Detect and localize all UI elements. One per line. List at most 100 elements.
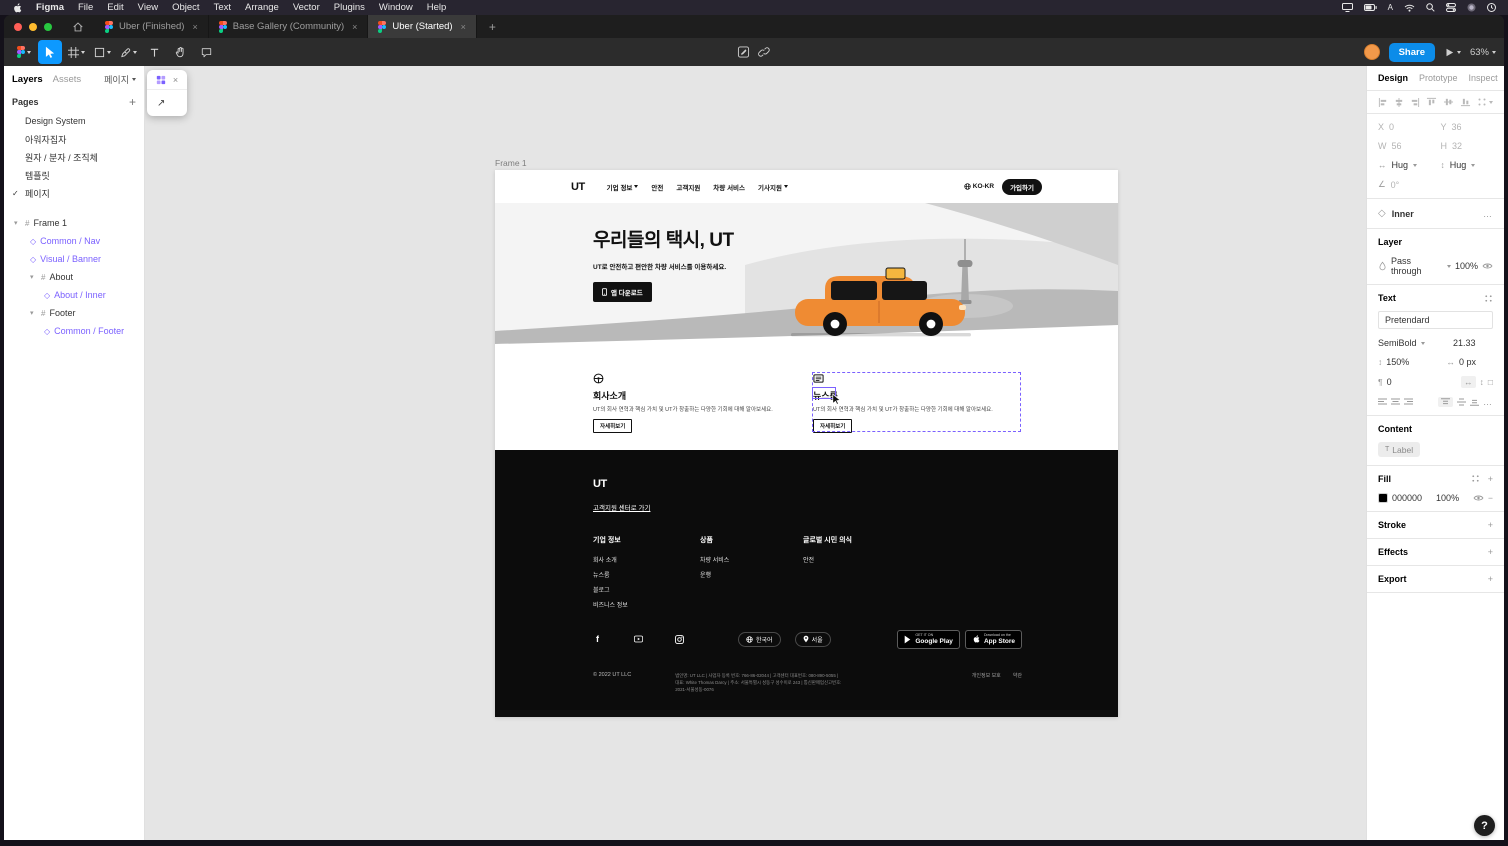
add-effect-icon[interactable]: + (1488, 547, 1493, 557)
menu-help[interactable]: Help (427, 2, 447, 13)
menu-vector[interactable]: Vector (293, 2, 320, 13)
layer-visual-banner[interactable]: ◇ Visual / Banner (4, 250, 144, 268)
add-page-button[interactable]: + (129, 95, 136, 109)
fixed-size-icon[interactable]: □ (1488, 377, 1493, 387)
hand-tool-button[interactable] (168, 40, 192, 64)
help-button[interactable]: ? (1474, 815, 1495, 836)
tab-layers[interactable]: Layers (12, 74, 43, 85)
opacity-field[interactable]: 100% (1455, 261, 1478, 271)
nav-ride-services[interactable]: 차량 서비스 (713, 182, 745, 192)
app-download-button[interactable]: 앱 다운로드 (593, 282, 652, 302)
vertical-align-middle-icon[interactable] (1457, 398, 1466, 406)
fill-opacity-field[interactable]: 100% (1436, 493, 1459, 503)
align-top-icon[interactable] (1426, 97, 1437, 107)
line-height-field[interactable]: 150% (1386, 357, 1409, 367)
avatar[interactable] (1363, 44, 1380, 60)
site-logo[interactable]: UT (571, 181, 585, 193)
page-item-active[interactable]: ✓ 페이지 (4, 184, 144, 202)
vertical-resizing-dropdown[interactable]: ↕ Hug (1441, 160, 1494, 170)
facebook-icon[interactable]: f (593, 634, 602, 644)
tab-design[interactable]: Design (1378, 73, 1408, 83)
width-field[interactable]: W 56 (1378, 141, 1431, 151)
y-field[interactable]: Y 36 (1441, 122, 1494, 132)
blend-mode-dropdown[interactable]: Pass through (1391, 256, 1443, 276)
chevron-down-icon[interactable]: ▾ (30, 273, 37, 281)
visibility-eye-icon[interactable] (1482, 262, 1493, 270)
vertical-align-top-icon[interactable] (1438, 397, 1453, 407)
text-tool-button[interactable] (142, 40, 166, 64)
page-item[interactable]: 아워자집자 (4, 130, 144, 148)
text-styles-icon[interactable] (1484, 294, 1493, 303)
frame-title-label[interactable]: Frame 1 (495, 158, 527, 168)
footer-link[interactable]: 회사 소개 (593, 554, 700, 569)
feature-card-newsroom[interactable]: 뉴스룸 UT의 회사 연혁과 핵심 가치 및 UT가 창출하는 다양한 기회에 … (813, 373, 1020, 434)
tab-uber-finished[interactable]: Uber (Finished) × (95, 15, 209, 38)
footer-link[interactable]: 비즈니스 정보 (593, 599, 700, 614)
letter-spacing-field[interactable]: 0 px (1459, 357, 1493, 367)
remove-fill-icon[interactable]: − (1488, 493, 1493, 503)
footer-logo[interactable]: UT (593, 478, 607, 490)
close-tab-icon[interactable]: × (192, 22, 197, 32)
edit-object-icon[interactable] (737, 46, 750, 58)
horizontal-resizing-dropdown[interactable]: ↔ Hug (1378, 160, 1431, 170)
close-tab-icon[interactable]: × (352, 22, 357, 32)
zoom-window-button[interactable] (44, 22, 52, 31)
instagram-icon[interactable] (675, 634, 684, 644)
language-selector[interactable]: 한국어 (738, 631, 781, 647)
fill-hex-field[interactable]: 000000 (1392, 493, 1422, 503)
page-item[interactable]: 템플릿 (4, 166, 144, 184)
nav-driver-support[interactable]: 기사지원 (758, 182, 788, 192)
canvas[interactable]: × ↗ Frame 1 UT 기업 정보 안전 고객지원 차량 서비스 기사지원 (145, 66, 1366, 840)
text-align-left-icon[interactable] (1378, 398, 1387, 406)
selection-header[interactable]: ◇ Inner … (1367, 199, 1504, 229)
footer-link[interactable]: 운행 (700, 569, 803, 584)
tidy-up-icon[interactable] (1477, 97, 1493, 107)
frame-tool-button[interactable] (64, 40, 88, 64)
layer-frame-1[interactable]: ▾ # Frame 1 (4, 214, 144, 232)
present-button[interactable] (1444, 47, 1461, 58)
vertical-align-bottom-icon[interactable] (1470, 398, 1479, 406)
clock-icon[interactable] (1487, 3, 1496, 12)
comment-tool-button[interactable] (194, 40, 218, 64)
tab-inspect[interactable]: Inspect (1469, 73, 1498, 83)
layer-common-nav[interactable]: ◇ Common / Nav (4, 232, 144, 250)
page-dropdown[interactable]: 페이지 (104, 73, 136, 86)
layer-common-footer[interactable]: ◇ Common / Footer (4, 322, 144, 340)
text-align-right-icon[interactable] (1404, 398, 1413, 406)
menu-edit[interactable]: Edit (107, 2, 123, 13)
content-label-chip[interactable]: T Label (1378, 442, 1421, 457)
battery-icon[interactable] (1363, 4, 1377, 11)
home-icon[interactable] (65, 21, 91, 33)
add-fill-icon[interactable]: + (1488, 474, 1493, 484)
font-size-field[interactable]: 21.33 (1453, 338, 1493, 348)
type-settings-icon[interactable]: … (1483, 397, 1493, 407)
search-icon[interactable] (1426, 3, 1435, 12)
align-h-center-icon[interactable] (1394, 97, 1404, 108)
feature-card-company[interactable]: 회사소개 UT의 회사 연혁과 핵심 가치 및 UT가 창출하는 다양한 기회에… (593, 373, 800, 434)
auto-width-icon[interactable]: ↔ (1461, 376, 1476, 388)
apple-logo-icon[interactable] (12, 2, 22, 14)
tab-base-gallery[interactable]: Base Gallery (Community) × (209, 15, 369, 38)
chevron-down-icon[interactable]: ▾ (14, 219, 21, 227)
footer-link[interactable]: 차량 서비스 (700, 554, 803, 569)
footer-link[interactable]: 블로그 (593, 584, 700, 599)
add-stroke-icon[interactable]: + (1488, 520, 1493, 530)
google-play-badge[interactable]: GET IT ON Google Play (897, 630, 960, 649)
shape-tool-button[interactable] (90, 40, 114, 64)
close-tab-icon[interactable]: × (461, 22, 466, 32)
x-field[interactable]: X0 (1378, 122, 1431, 132)
tab-assets[interactable]: Assets (53, 74, 82, 85)
app-store-badge[interactable]: Download on the App Store (964, 630, 1022, 649)
tab-uber-started[interactable]: Uber (Started) × (368, 15, 477, 38)
move-tool-button[interactable] (38, 40, 62, 64)
pages-header[interactable]: Pages (12, 97, 39, 107)
paragraph-spacing-field[interactable]: 0 (1387, 377, 1392, 387)
add-export-icon[interactable]: + (1488, 574, 1493, 584)
fill-visibility-icon[interactable] (1473, 494, 1484, 502)
control-center-icon[interactable] (1446, 3, 1456, 12)
align-left-icon[interactable] (1378, 97, 1388, 108)
layer-footer[interactable]: ▾ # Footer (4, 304, 144, 322)
wifi-icon[interactable] (1404, 4, 1415, 12)
main-menu-button[interactable] (12, 40, 36, 64)
rotation-field[interactable]: ∠ 0° (1378, 179, 1431, 190)
